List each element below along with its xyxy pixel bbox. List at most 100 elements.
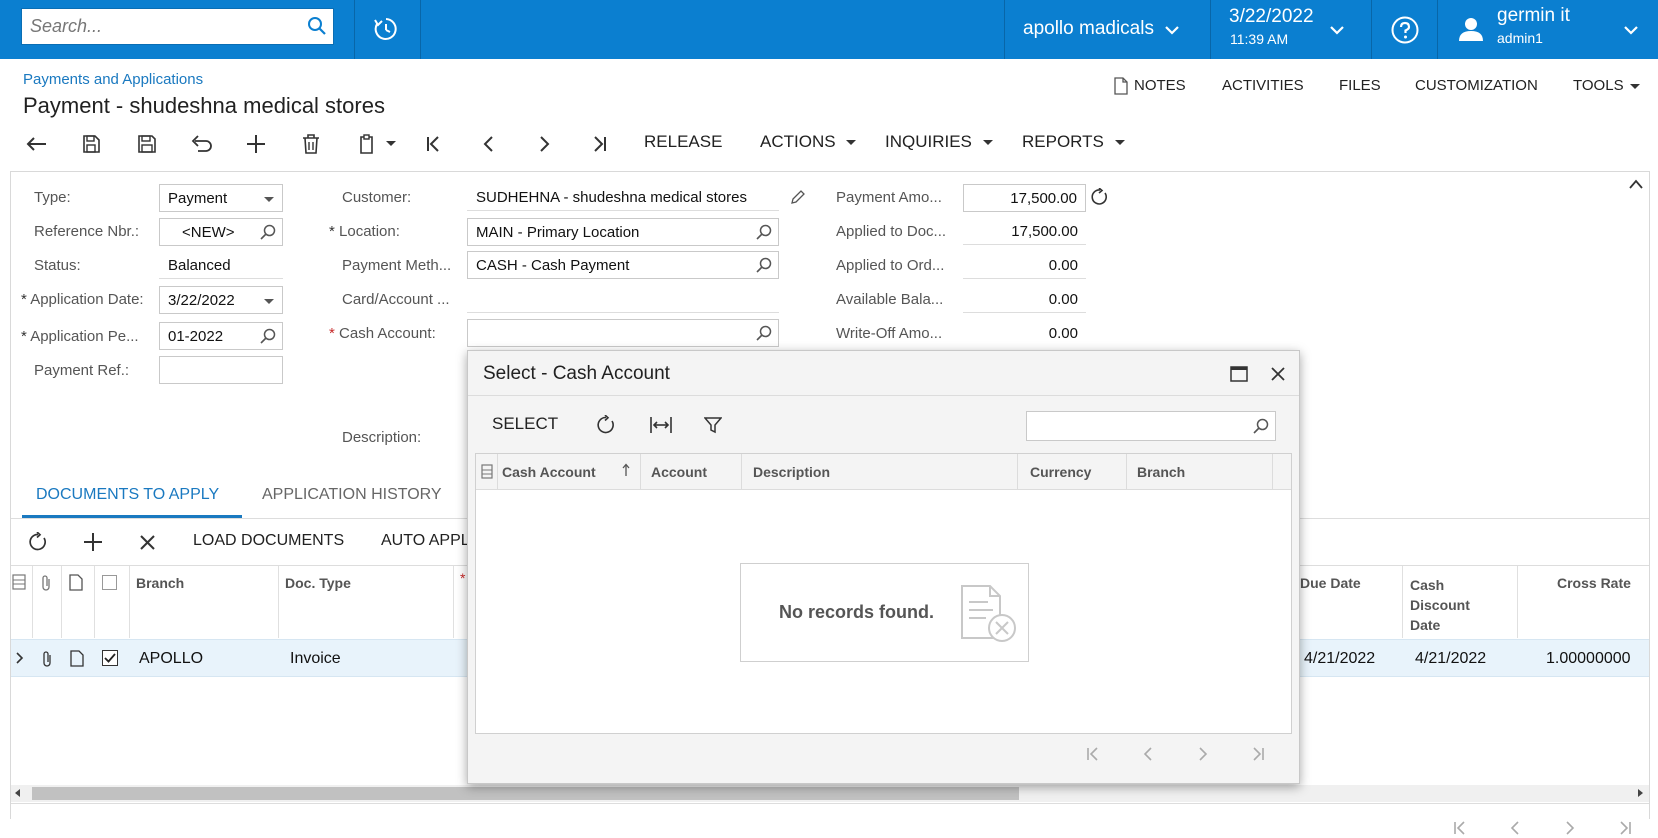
recent-history-icon[interactable] bbox=[372, 15, 400, 43]
refresh-icon[interactable] bbox=[1091, 188, 1109, 206]
expand-row-icon[interactable] bbox=[15, 651, 25, 665]
dialog-header-account[interactable]: Account bbox=[651, 464, 707, 480]
next-record-icon[interactable] bbox=[531, 131, 557, 157]
horizontal-scrollbar[interactable] bbox=[11, 785, 1649, 802]
payment-amount-field[interactable]: 17,500.00 bbox=[963, 184, 1086, 212]
add-row-icon[interactable] bbox=[83, 532, 103, 552]
first-page-icon[interactable] bbox=[1083, 744, 1103, 764]
undo-icon[interactable] bbox=[188, 131, 214, 157]
page-title: Payment - shudeshna medical stores bbox=[23, 93, 385, 118]
select-button[interactable]: SELECT bbox=[492, 414, 558, 434]
location-field[interactable]: MAIN - Primary Location bbox=[467, 218, 779, 246]
row-checkbox[interactable] bbox=[102, 650, 118, 666]
previous-page-icon[interactable] bbox=[1138, 744, 1158, 764]
maximize-icon[interactable] bbox=[1230, 366, 1248, 382]
application-date-field[interactable]: 3/22/2022 bbox=[159, 286, 283, 314]
dialog-header[interactable]: Select - Cash Account bbox=[468, 351, 1299, 396]
payment-method-field[interactable]: CASH - Cash Payment bbox=[467, 251, 779, 279]
customer-value[interactable]: SUDHEHNA - shudeshna medical stores bbox=[476, 189, 747, 206]
add-icon[interactable] bbox=[243, 131, 269, 157]
dialog-search-field[interactable] bbox=[1026, 411, 1276, 441]
header-branch[interactable]: Branch bbox=[136, 575, 184, 591]
actions-menu[interactable]: ACTIONS bbox=[760, 132, 836, 152]
tab-application-history[interactable]: APPLICATION HISTORY bbox=[262, 486, 442, 504]
dialog-header-description[interactable]: Description bbox=[753, 464, 830, 480]
header-due-date[interactable]: Due Date bbox=[1300, 575, 1361, 591]
user-menu[interactable]: germin it admin1 bbox=[1437, 0, 1658, 59]
filter-icon[interactable] bbox=[704, 416, 722, 434]
auto-apply-button[interactable]: AUTO APPL bbox=[381, 532, 470, 550]
notes-link[interactable]: NOTES bbox=[1134, 77, 1186, 94]
breadcrumb[interactable]: Payments and Applications bbox=[23, 71, 203, 88]
search-icon[interactable] bbox=[756, 325, 772, 341]
select-all-checkbox[interactable] bbox=[102, 575, 117, 590]
delete-icon[interactable] bbox=[298, 131, 324, 157]
first-page-icon[interactable] bbox=[1450, 818, 1470, 838]
previous-record-icon[interactable] bbox=[476, 131, 502, 157]
last-page-icon[interactable] bbox=[1248, 744, 1268, 764]
tools-menu[interactable]: TOOLS bbox=[1573, 77, 1624, 94]
fit-columns-icon[interactable] bbox=[649, 415, 673, 435]
search-input[interactable] bbox=[30, 9, 300, 44]
note-icon[interactable] bbox=[70, 650, 84, 667]
row-selector-icon bbox=[481, 464, 493, 479]
search-icon[interactable] bbox=[756, 224, 772, 240]
next-page-icon[interactable] bbox=[1193, 744, 1213, 764]
dialog-header-cash-account[interactable]: Cash Account bbox=[502, 464, 596, 480]
help-icon[interactable] bbox=[1390, 15, 1420, 45]
header-doc-type[interactable]: Doc. Type bbox=[285, 575, 351, 591]
payment-ref-field[interactable] bbox=[159, 356, 283, 384]
header-cross-rate[interactable]: Cross Rate bbox=[1557, 575, 1631, 591]
global-search[interactable] bbox=[21, 8, 334, 45]
collapse-icon[interactable] bbox=[1628, 178, 1644, 190]
files-link[interactable]: FILES bbox=[1339, 77, 1381, 94]
business-date-selector[interactable]: 3/22/2022 11:39 AM bbox=[1210, 0, 1371, 59]
user-icon bbox=[1459, 18, 1483, 41]
applied-doc-value: 17,500.00 bbox=[1011, 223, 1078, 240]
type-select[interactable]: Payment bbox=[159, 184, 283, 212]
card-account-label: Card/Account ... bbox=[342, 291, 450, 308]
load-documents-button[interactable]: LOAD DOCUMENTS bbox=[193, 532, 344, 550]
available-balance-label: Available Bala... bbox=[836, 291, 944, 308]
user-name: germin it bbox=[1497, 5, 1570, 26]
save-icon[interactable] bbox=[134, 131, 160, 157]
search-icon[interactable] bbox=[307, 16, 327, 36]
delete-row-icon[interactable] bbox=[139, 534, 156, 551]
dialog-header-currency[interactable]: Currency bbox=[1030, 464, 1091, 480]
search-icon[interactable] bbox=[1253, 418, 1269, 434]
attachment-icon[interactable] bbox=[41, 650, 53, 668]
inquiries-menu[interactable]: INQUIRIES bbox=[885, 132, 972, 152]
reference-nbr-label: Reference Nbr.: bbox=[34, 223, 140, 240]
search-icon[interactable] bbox=[756, 257, 772, 273]
reference-nbr-field[interactable]: <NEW> bbox=[159, 218, 283, 246]
application-period-field[interactable]: 01-2022 bbox=[159, 322, 283, 350]
last-page-icon[interactable] bbox=[1615, 818, 1635, 838]
refresh-icon[interactable] bbox=[596, 415, 616, 435]
cash-account-field[interactable] bbox=[467, 319, 779, 347]
edit-icon[interactable] bbox=[790, 189, 806, 205]
close-icon[interactable] bbox=[1270, 366, 1286, 382]
tab-documents-to-apply[interactable]: DOCUMENTS TO APPLY bbox=[36, 486, 219, 504]
applied-order-value: 0.00 bbox=[1048, 257, 1078, 274]
last-record-icon[interactable] bbox=[586, 131, 612, 157]
header-cash-discount-date[interactable]: Cash Discount Date bbox=[1410, 575, 1480, 635]
activities-link[interactable]: ACTIVITIES bbox=[1222, 77, 1304, 94]
back-icon[interactable] bbox=[24, 131, 50, 157]
no-records-icon bbox=[961, 585, 1016, 642]
previous-page-icon[interactable] bbox=[1505, 818, 1525, 838]
notes-icon bbox=[1114, 77, 1128, 95]
save-and-close-icon[interactable] bbox=[78, 131, 104, 157]
search-icon[interactable] bbox=[260, 224, 276, 240]
customization-link[interactable]: CUSTOMIZATION bbox=[1415, 77, 1538, 94]
copy-paste-icon[interactable] bbox=[354, 131, 380, 157]
search-icon[interactable] bbox=[260, 328, 276, 344]
company-selector[interactable]: apollo madicals bbox=[1004, 0, 1210, 59]
first-record-icon[interactable] bbox=[421, 131, 447, 157]
scrollbar-thumb[interactable] bbox=[32, 787, 1019, 800]
reports-menu[interactable]: REPORTS bbox=[1022, 132, 1104, 152]
next-page-icon[interactable] bbox=[1560, 818, 1580, 838]
dialog-header-branch[interactable]: Branch bbox=[1137, 464, 1185, 480]
release-button[interactable]: RELEASE bbox=[644, 132, 722, 152]
refresh-icon[interactable] bbox=[28, 532, 48, 552]
write-off-label: Write-Off Amo... bbox=[836, 325, 943, 342]
